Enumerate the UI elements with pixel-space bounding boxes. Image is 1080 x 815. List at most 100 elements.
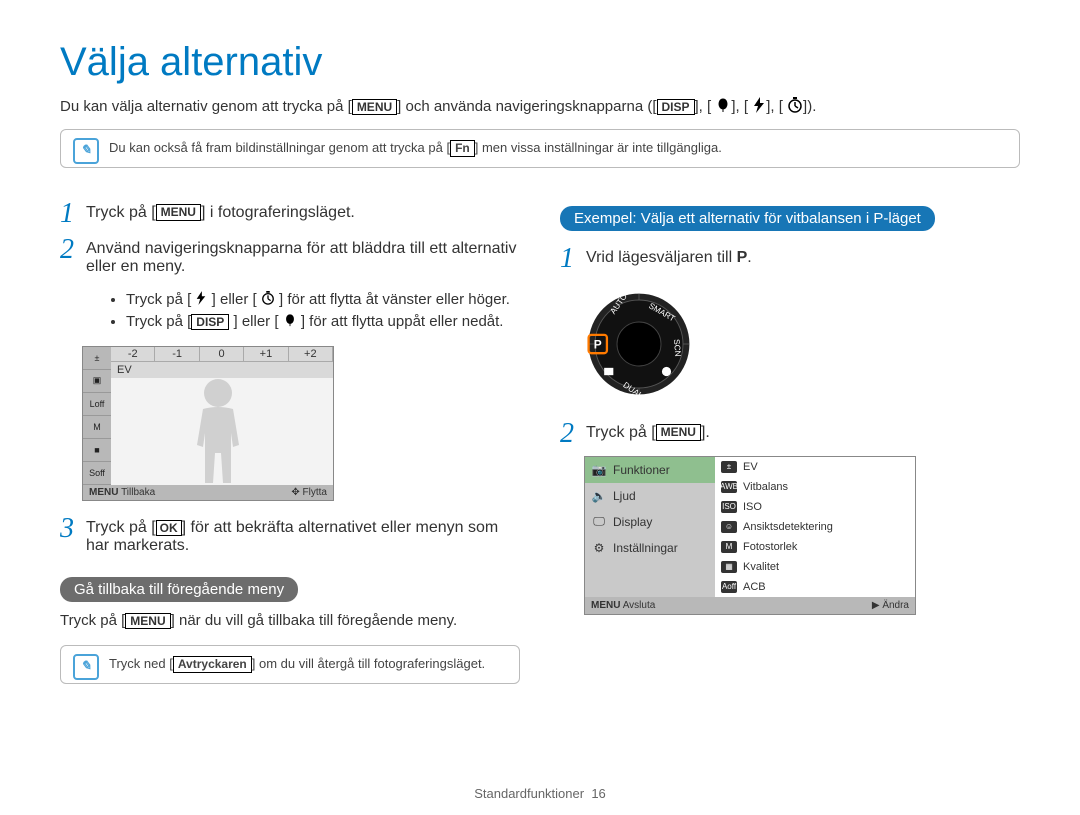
page-title: Välja alternativ	[60, 40, 1020, 85]
flash-icon	[195, 291, 207, 309]
macro-icon	[283, 313, 297, 331]
disp-key-label: DISP	[657, 99, 695, 115]
camera-icon: 📷	[591, 462, 607, 478]
menu-right-pane: ±EV AWBVitbalans ISO ISO ☺Ansiktsdetekter…	[715, 457, 915, 597]
note-text: Du kan också få fram bildinställningar g…	[109, 140, 450, 155]
menu-key-label: MENU	[156, 204, 201, 220]
lcd-preview	[111, 378, 333, 485]
step-text: .	[747, 249, 751, 266]
step-text: Tryck på [MENU] i fotograferingsläget.	[86, 200, 355, 222]
substep-text: ] för att flytta uppåt eller nedåt.	[301, 313, 504, 330]
menu-item-label: Kvalitet	[743, 561, 779, 573]
step-text: Tryck på [MENU].	[586, 420, 710, 442]
menu-key-label: MENU	[125, 613, 170, 629]
step-text: Tryck på [	[86, 204, 156, 221]
iso-icon: ISO	[721, 501, 737, 513]
step-text: Vrid lägesväljaren till	[586, 249, 737, 266]
menu-item: ☺Ansiktsdetektering	[715, 517, 915, 537]
menu-item: Aoff ACB	[715, 577, 915, 597]
lcd-side-icon: ±	[83, 347, 111, 370]
lcd-move-label: ✥ Flytta	[285, 485, 333, 500]
camera-lcd-mock: ± ▣ Loff M ■ Soff -2 -1 0 +1 +2	[82, 346, 334, 501]
scale-tick: -1	[155, 347, 199, 361]
substep-text: Tryck på [	[126, 313, 191, 330]
shutter-key-label: Avtryckaren	[173, 656, 252, 672]
gear-icon: ⚙	[591, 540, 607, 556]
menu-item: AWBVitbalans	[715, 477, 915, 497]
menu-tab-label: Funktioner	[613, 463, 670, 477]
step-1: 1 Tryck på [MENU] i fotograferingsläget.	[60, 200, 520, 228]
menu-item: ±EV	[715, 457, 915, 477]
back-text: ] när du vill gå tillbaka till föregåend…	[171, 612, 458, 629]
dial-p-label: P	[594, 337, 602, 351]
note-icon: ✎	[73, 654, 99, 680]
scale-tick: +2	[289, 347, 333, 361]
lcd-bottombar: MENU Tillbaka ✥ Flytta	[83, 485, 333, 500]
menu-change-label: ▶ Ändra	[866, 597, 915, 614]
intro-paragraph: Du kan välja alternativ genom att trycka…	[60, 97, 1020, 117]
lcd-side-icon: ■	[83, 439, 111, 462]
step-text: Vrid lägesväljaren till P.	[586, 245, 752, 267]
back-heading-pill: Gå tillbaka till föregående meny	[60, 577, 298, 602]
left-column: 1 Tryck på [MENU] i fotograferingsläget.…	[60, 192, 520, 708]
menu-tab-settings: ⚙ Inställningar	[585, 535, 715, 561]
back-text: Tryck på [	[60, 612, 125, 629]
acb-icon: Aoff	[721, 581, 737, 593]
child-silhouette-icon	[183, 375, 253, 485]
back-instruction: Tryck på [MENU] när du vill gå tillbaka …	[60, 608, 520, 629]
intro-text: Du kan välja alternativ genom att trycka…	[60, 98, 352, 115]
note-text: ] men vissa inställningar är inte tillgä…	[475, 140, 722, 155]
step-3: 3 Tryck på [OK] för att bekräfta alterna…	[60, 515, 520, 555]
step-2: 2 Använd navigeringsknapparna för att bl…	[60, 236, 520, 276]
page-footer: Standardfunktioner 16	[0, 786, 1080, 801]
ok-key-label: OK	[156, 520, 182, 536]
timer-icon	[261, 291, 275, 309]
size-icon: M	[721, 541, 737, 553]
manual-page: Välja alternativ Du kan välja alternativ…	[0, 0, 1080, 815]
menu-item-label: ISO	[743, 501, 762, 513]
ev-icon: ±	[721, 461, 737, 473]
step-number: 2	[60, 236, 86, 264]
mode-p-label: P	[737, 249, 748, 266]
menu-item-label: Vitbalans	[743, 481, 788, 493]
menu-key-label: MENU	[352, 99, 397, 115]
menu-item-label: Fotostorlek	[743, 541, 797, 553]
svg-text:SCN: SCN	[672, 339, 682, 357]
step-text: Tryck på [	[86, 519, 156, 536]
menu-item-label: ACB	[743, 581, 766, 593]
intro-text: ], [	[731, 98, 748, 115]
intro-text: ], [	[695, 98, 712, 115]
menu-tab-label: Ljud	[613, 489, 636, 503]
menu-tab-label: Display	[613, 515, 652, 529]
lcd-side-icon: Loff	[83, 393, 111, 416]
menu-tab-label: Inställningar	[613, 541, 678, 555]
step-r2: 2 Tryck på [MENU].	[560, 420, 1020, 448]
face-icon: ☺	[721, 521, 737, 533]
lcd-ev-scale: -2 -1 0 +1 +2	[111, 347, 333, 362]
substep-text: ] eller [	[233, 313, 278, 330]
speaker-icon: 🔈	[591, 488, 607, 504]
menu-item: ISO ISO	[715, 497, 915, 517]
note-box: ✎ Du kan också få fram bildinställningar…	[60, 129, 1020, 168]
menu-tab-functions: 📷 Funktioner	[585, 457, 715, 483]
menu-tab-display: 🖵Display	[585, 509, 715, 535]
disp-key-label: DISP	[191, 314, 229, 330]
step-text: Tryck på [	[586, 424, 656, 441]
footer-section: Standardfunktioner	[474, 786, 584, 801]
substep-text: Tryck på [	[126, 291, 191, 308]
footer-page-number: 16	[591, 786, 605, 801]
lcd-side-icon: M	[83, 416, 111, 439]
step-text: ].	[701, 424, 710, 441]
menu-item: M Fotostorlek	[715, 537, 915, 557]
intro-text: ], [	[766, 98, 783, 115]
mode-dial-icon: P AUTO SMART SCN DUAL	[584, 289, 694, 399]
step-number: 2	[560, 420, 586, 448]
substep-text: ] för att flytta åt vänster eller höger.	[279, 291, 510, 308]
substep: Tryck på [DISP ] eller [ ] för att flytt…	[126, 313, 520, 331]
step-number: 3	[60, 515, 86, 543]
substeps: Tryck på [ ] eller [ ] för att flytta åt…	[86, 291, 520, 331]
step-text: Tryck på [OK] för att bekräfta alternati…	[86, 515, 520, 555]
scale-tick: 0	[200, 347, 244, 361]
fn-key-label: Fn	[450, 140, 475, 156]
lcd-sidebar: ± ▣ Loff M ■ Soff	[83, 347, 111, 485]
